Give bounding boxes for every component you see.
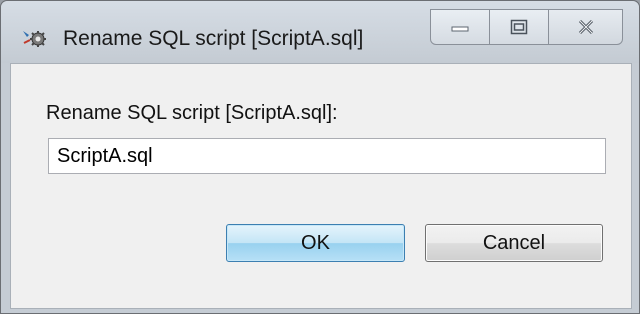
rename-prompt-label: Rename SQL script [ScriptA.sql]:: [46, 102, 338, 124]
title-bar[interactable]: Rename SQL script [ScriptA.sql]: [1, 1, 639, 63]
maximize-icon: [510, 19, 528, 35]
minimize-icon: [451, 26, 469, 32]
ok-button[interactable]: OK: [226, 224, 405, 262]
gear-tool-icon: [21, 27, 49, 49]
maximize-button[interactable]: [489, 9, 549, 45]
window-title: Rename SQL script [ScriptA.sql]: [63, 27, 364, 50]
close-button[interactable]: [548, 9, 623, 45]
dialog-body: Rename SQL script [ScriptA.sql]: OK Canc…: [10, 63, 632, 309]
caption-buttons: [430, 9, 623, 47]
minimize-button[interactable]: [430, 9, 490, 45]
script-name-input[interactable]: [48, 138, 606, 174]
rename-dialog-window: Rename SQL script [ScriptA.sql] Rename S…: [0, 0, 640, 314]
cancel-button[interactable]: Cancel: [425, 224, 603, 262]
close-icon: [578, 19, 593, 35]
